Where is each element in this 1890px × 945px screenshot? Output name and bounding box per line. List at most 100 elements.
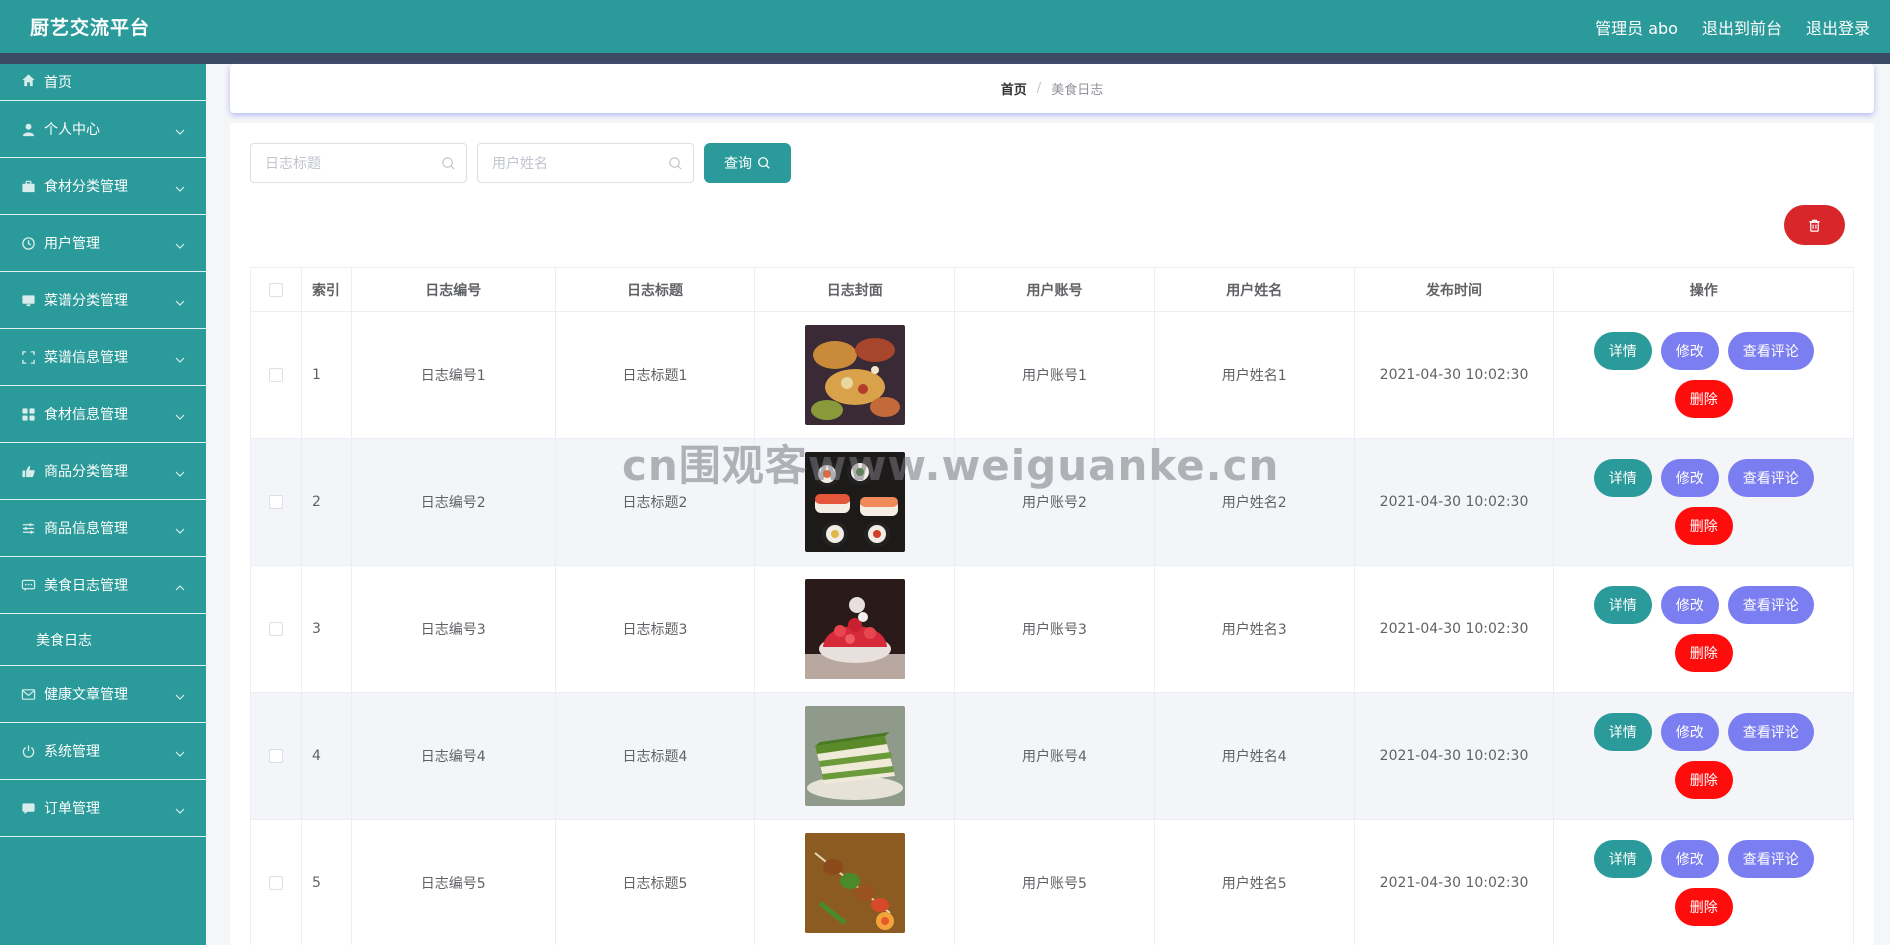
row-user-name: 用户姓名2 [1155,439,1355,565]
row-checkbox[interactable] [268,749,283,763]
sidebar-item-recipe-info[interactable]: 菜谱信息管理 [0,329,206,386]
sidebar-item-label: 个人中心 [44,122,100,138]
edit-button[interactable]: 修改 [1660,713,1719,751]
sidebar-item-home[interactable]: 首页 [0,64,206,101]
chevron-down-icon [174,465,186,477]
search-icon [758,157,770,169]
chevron-down-icon [174,802,186,814]
sidebar-item-ingredient-info[interactable]: 食材信息管理 [0,386,206,443]
log-title-search-input[interactable] [251,144,466,182]
detail-button[interactable]: 详情 [1593,332,1652,370]
detail-button[interactable]: 详情 [1593,840,1652,878]
view-comments-button[interactable]: 查看评论 [1727,713,1814,751]
row-log-title: 日志标题2 [556,439,756,565]
chevron-down-icon [174,123,186,135]
column-header-index: 索引 [302,268,352,311]
search-icon [442,157,455,170]
table-row: 3 日志编号3 日志标题3 用户账号3 用户姓名3 2021-04-30 10:… [251,566,1853,693]
edit-button[interactable]: 修改 [1660,840,1719,878]
row-index: 1 [302,312,352,438]
column-header-log-title: 日志标题 [556,268,756,311]
select-all-checkbox[interactable] [268,282,283,297]
user-name-search-input[interactable] [478,144,693,182]
column-header-log-cover: 日志封面 [755,268,956,311]
sidebar-item-food-log-management[interactable]: 美食日志管理 [0,557,206,614]
table-row: 4 日志编号4 日志标题4 用户账号4 用户姓名4 2021-04-30 10:… [251,693,1853,820]
query-button-label: 查询 [724,155,752,171]
row-index: 5 [302,820,352,945]
query-button[interactable]: 查询 [704,143,791,183]
edit-button[interactable]: 修改 [1660,586,1719,624]
column-header-actions: 操作 [1689,282,1718,299]
row-checkbox[interactable] [268,876,283,890]
skewer-image [804,833,905,933]
delete-button[interactable]: 删除 [1674,761,1733,799]
view-comments-button[interactable]: 查看评论 [1727,586,1814,624]
mail-icon [20,686,36,702]
edit-button[interactable]: 修改 [1660,332,1719,370]
power-icon [20,743,36,759]
thumb-icon [20,463,36,479]
sidebar-item-recipe-category[interactable]: 菜谱分类管理 [0,272,206,329]
sidebar-item-label: 食材分类管理 [44,179,128,195]
briefcase-icon [20,178,36,194]
sidebar-item-health-articles[interactable]: 健康文章管理 [0,666,206,723]
chevron-down-icon [174,180,186,192]
detail-button[interactable]: 详情 [1593,586,1652,624]
grid-icon [20,406,36,422]
row-publish-time: 2021-04-30 10:02:30 [1355,566,1555,692]
sidebar-item-label: 订单管理 [44,801,100,817]
view-comments-button[interactable]: 查看评论 [1727,459,1814,497]
sidebar-item-product-info[interactable]: 商品信息管理 [0,500,206,557]
delete-button[interactable]: 删除 [1674,507,1733,545]
row-publish-time: 2021-04-30 10:02:30 [1355,820,1555,945]
sidebar-item-label: 商品信息管理 [44,521,128,537]
column-header-publish-time: 发布时间 [1355,268,1555,311]
trash-icon [1809,219,1820,232]
delete-button[interactable]: 删除 [1674,634,1733,672]
delete-button[interactable]: 删除 [1674,380,1733,418]
sidebar-subitem-food-log[interactable]: 美食日志 [0,614,206,666]
row-index: 3 [302,566,352,692]
logout-link[interactable]: 退出登录 [1806,15,1870,39]
sidebar-item-personal-center[interactable]: 个人中心 [0,101,206,158]
row-checkbox-cell [251,312,302,438]
row-actions: 详情 修改 查看评论 删除 [1554,566,1853,692]
breadcrumb: 首页 / 美食日志 [230,64,1874,113]
row-user-account: 用户账号3 [955,566,1155,692]
delete-button[interactable]: 删除 [1674,888,1733,926]
sidebar-item-order-management[interactable]: 订单管理 [0,780,206,837]
sidebar-item-ingredient-category[interactable]: 食材分类管理 [0,158,206,215]
chevron-up-icon [174,579,186,591]
row-user-name: 用户姓名3 [1155,566,1355,692]
row-user-account: 用户账号5 [955,820,1155,945]
chevron-down-icon [174,408,186,420]
row-publish-time: 2021-04-30 10:02:30 [1355,693,1555,819]
sidebar-item-user-management[interactable]: 用户管理 [0,215,206,272]
row-user-account: 用户账号2 [955,439,1155,565]
edit-button[interactable]: 修改 [1660,459,1719,497]
sidebar-item-label: 用户管理 [44,236,100,252]
row-actions: 详情 修改 查看评论 删除 [1554,312,1853,438]
clock-icon [20,235,36,251]
row-checkbox[interactable] [268,495,283,509]
row-checkbox[interactable] [268,622,283,636]
view-comments-button[interactable]: 查看评论 [1727,332,1814,370]
row-log-title: 日志标题3 [556,566,756,692]
breadcrumb-separator: / [1036,81,1042,96]
row-checkbox-cell [251,566,302,692]
row-log-title: 日志标题4 [556,693,756,819]
detail-button[interactable]: 详情 [1593,459,1652,497]
breadcrumb-home-link[interactable]: 首页 [1001,79,1027,98]
sidebar-item-system-management[interactable]: 系统管理 [0,723,206,780]
row-log-title: 日志标题1 [556,312,756,438]
row-checkbox[interactable] [268,368,283,382]
user-name-search-box [477,143,694,183]
view-comments-button[interactable]: 查看评论 [1727,840,1814,878]
row-log-no: 日志编号1 [352,312,556,438]
back-to-frontend-link[interactable]: 退出到前台 [1702,15,1782,39]
detail-button[interactable]: 详情 [1593,713,1652,751]
row-log-no: 日志编号5 [352,820,556,945]
batch-delete-button[interactable] [1784,205,1845,245]
sidebar-item-product-category[interactable]: 商品分类管理 [0,443,206,500]
